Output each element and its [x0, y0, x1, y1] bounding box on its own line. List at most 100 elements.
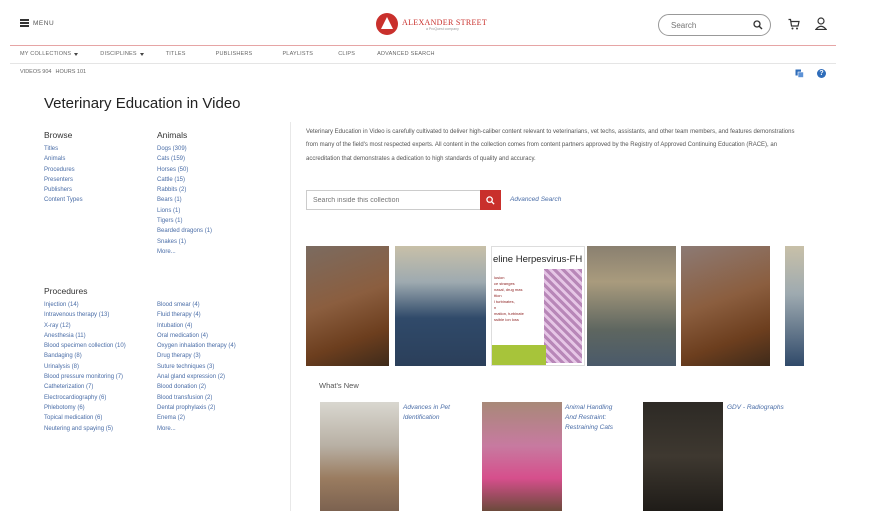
site-search: [658, 14, 771, 36]
procedures-more-link[interactable]: More...: [157, 424, 236, 434]
search-icon[interactable]: [753, 20, 763, 30]
procedure-link[interactable]: Intubation (4): [157, 321, 236, 331]
menu-label: MENU: [33, 19, 55, 27]
procedure-link[interactable]: Bandaging (8): [44, 351, 126, 361]
procedure-link[interactable]: Injection (14): [44, 300, 126, 310]
nav-disciplines[interactable]: DISCIPLINES: [100, 51, 144, 57]
browse-list: Browse Titles Animals Procedures Present…: [44, 130, 83, 206]
top-header: MENU ALEXANDER STREET a ProQuest company: [0, 0, 872, 50]
user-icon[interactable]: [815, 17, 827, 30]
animals-list: Animals Dogs (309) Cats (159) Horses (50…: [157, 130, 212, 257]
column-divider: [290, 122, 291, 511]
procedure-link[interactable]: Anal gland expression (2): [157, 372, 236, 382]
procedure-link[interactable]: Blood smear (4): [157, 300, 236, 310]
share-icon[interactable]: [795, 69, 804, 78]
animal-link[interactable]: Snakes (1): [157, 237, 212, 247]
nav-titles[interactable]: TITLES: [166, 51, 186, 57]
procedure-link[interactable]: Urinalysis (8): [44, 362, 126, 372]
procedure-link[interactable]: Neutering and spaying (5): [44, 424, 126, 434]
featured-carousel: eline Herpesvirus-FH lusion ce stranges …: [306, 246, 804, 366]
procedure-link[interactable]: Drug therapy (3): [157, 351, 236, 361]
procedure-link[interactable]: Topical medication (6): [44, 413, 126, 423]
procedure-link[interactable]: Oral medication (4): [157, 331, 236, 341]
collection-search: [306, 190, 500, 210]
animal-link[interactable]: Bears (1): [157, 195, 212, 205]
procedure-link[interactable]: Intravenous therapy (13): [44, 310, 126, 320]
new-video-title[interactable]: Animal Handling And Restraint: Restraini…: [565, 403, 625, 433]
new-video-title[interactable]: GDV - Radiographs: [727, 403, 807, 413]
nav-advanced-search[interactable]: ADVANCED SEARCH: [377, 51, 435, 57]
animal-link[interactable]: Dogs (309): [157, 144, 212, 154]
new-video-thumbnail[interactable]: [482, 402, 562, 511]
new-video-thumbnail[interactable]: [643, 402, 723, 511]
carousel-video-thumbnail[interactable]: [587, 246, 676, 366]
histology-image: [544, 269, 582, 363]
advanced-search-link[interactable]: Advanced Search: [510, 196, 561, 203]
carousel-video-thumbnail[interactable]: eline Herpesvirus-FH lusion ce stranges …: [491, 246, 585, 366]
hours-count: HOURS 101: [55, 69, 87, 75]
animal-link[interactable]: Cattle (15): [157, 175, 212, 185]
nav-clips[interactable]: CLIPS: [338, 51, 355, 57]
collection-search-button[interactable]: [480, 190, 501, 210]
procedure-link[interactable]: Blood donation (2): [157, 382, 236, 392]
alexander-street-logo[interactable]: ALEXANDER STREET a ProQuest company: [376, 13, 487, 35]
slide-text: lusion ce stranges nasal, drug mas ttion…: [494, 275, 524, 322]
animal-link[interactable]: Tigers (1): [157, 216, 212, 226]
site-search-input[interactable]: [671, 20, 751, 30]
procedure-link[interactable]: Fluid therapy (4): [157, 310, 236, 320]
procedure-link[interactable]: Catheterization (7): [44, 382, 126, 392]
nav-my-collections[interactable]: MY COLLECTIONS: [20, 51, 79, 57]
collection-stats: VIDEOS 904 HOURS 101: [20, 69, 86, 75]
procedure-link[interactable]: Electrocardiography (6): [44, 393, 126, 403]
procedure-link[interactable]: Oxygen inhalation therapy (4): [157, 341, 236, 351]
slide-footer-band: [492, 345, 546, 365]
carousel-video-thumbnail[interactable]: [681, 246, 770, 366]
animals-more-link[interactable]: More...: [157, 247, 212, 257]
whats-new-heading: What's New: [319, 381, 359, 390]
procedure-link[interactable]: Suture techniques (3): [157, 362, 236, 372]
new-video-title[interactable]: Advances in Pet Identification: [403, 403, 463, 423]
logo-mark-icon: [376, 13, 398, 35]
videos-count: VIDEOS 904: [20, 69, 52, 75]
browse-link[interactable]: Publishers: [44, 185, 83, 195]
procedure-link[interactable]: Dental prophylaxis (2): [157, 403, 236, 413]
nav-divider: [10, 63, 836, 64]
browse-link[interactable]: Animals: [44, 154, 83, 164]
procedures-heading: Procedures: [44, 286, 88, 296]
animal-link[interactable]: Lions (1): [157, 206, 212, 216]
help-icon[interactable]: ?: [817, 69, 826, 78]
logo-subtitle: a ProQuest company: [426, 26, 459, 31]
animal-link[interactable]: Horses (50): [157, 165, 212, 175]
carousel-video-thumbnail[interactable]: [306, 246, 389, 366]
procedure-link[interactable]: Blood transfusion (2): [157, 393, 236, 403]
nav-publishers[interactable]: PUBLISHERS: [216, 51, 253, 57]
cart-icon[interactable]: [788, 18, 800, 30]
procedure-link[interactable]: Enema (2): [157, 413, 236, 423]
browse-heading: Browse: [44, 130, 73, 140]
procedure-link[interactable]: X-ray (12): [44, 321, 126, 331]
animal-link[interactable]: Rabbits (2): [157, 185, 212, 195]
procedure-link[interactable]: Blood specimen collection (10): [44, 341, 126, 351]
procedures-list-2: Blood smear (4) Fluid therapy (4) Intuba…: [157, 300, 236, 434]
browse-link[interactable]: Procedures: [44, 165, 83, 175]
browse-link[interactable]: Content Types: [44, 195, 83, 205]
procedure-link[interactable]: Phlebotomy (6): [44, 403, 126, 413]
procedures-list-1: Injection (14) Intravenous therapy (13) …: [44, 300, 126, 434]
collection-search-input[interactable]: [313, 196, 483, 204]
procedure-link[interactable]: Anesthesia (11): [44, 331, 126, 341]
slide-title: eline Herpesvirus-FH: [493, 254, 583, 265]
main-nav: MY COLLECTIONS DISCIPLINES TITLES PUBLIS…: [20, 51, 435, 57]
browse-link[interactable]: Titles: [44, 144, 83, 154]
browse-link[interactable]: Presenters: [44, 175, 83, 185]
animal-link[interactable]: Cats (159): [157, 154, 212, 164]
nav-playlists[interactable]: PLAYLISTS: [282, 51, 313, 57]
carousel-video-thumbnail[interactable]: [395, 246, 486, 366]
carousel-video-thumbnail[interactable]: [785, 246, 804, 366]
animal-link[interactable]: Bearded dragons (1): [157, 226, 212, 236]
hamburger-icon: [20, 19, 29, 27]
procedure-link[interactable]: Blood pressure monitoring (7): [44, 372, 126, 382]
new-video-thumbnail[interactable]: [320, 402, 399, 511]
search-icon: [486, 195, 495, 205]
menu-button[interactable]: MENU: [20, 19, 54, 27]
chevron-down-icon: [74, 52, 79, 56]
